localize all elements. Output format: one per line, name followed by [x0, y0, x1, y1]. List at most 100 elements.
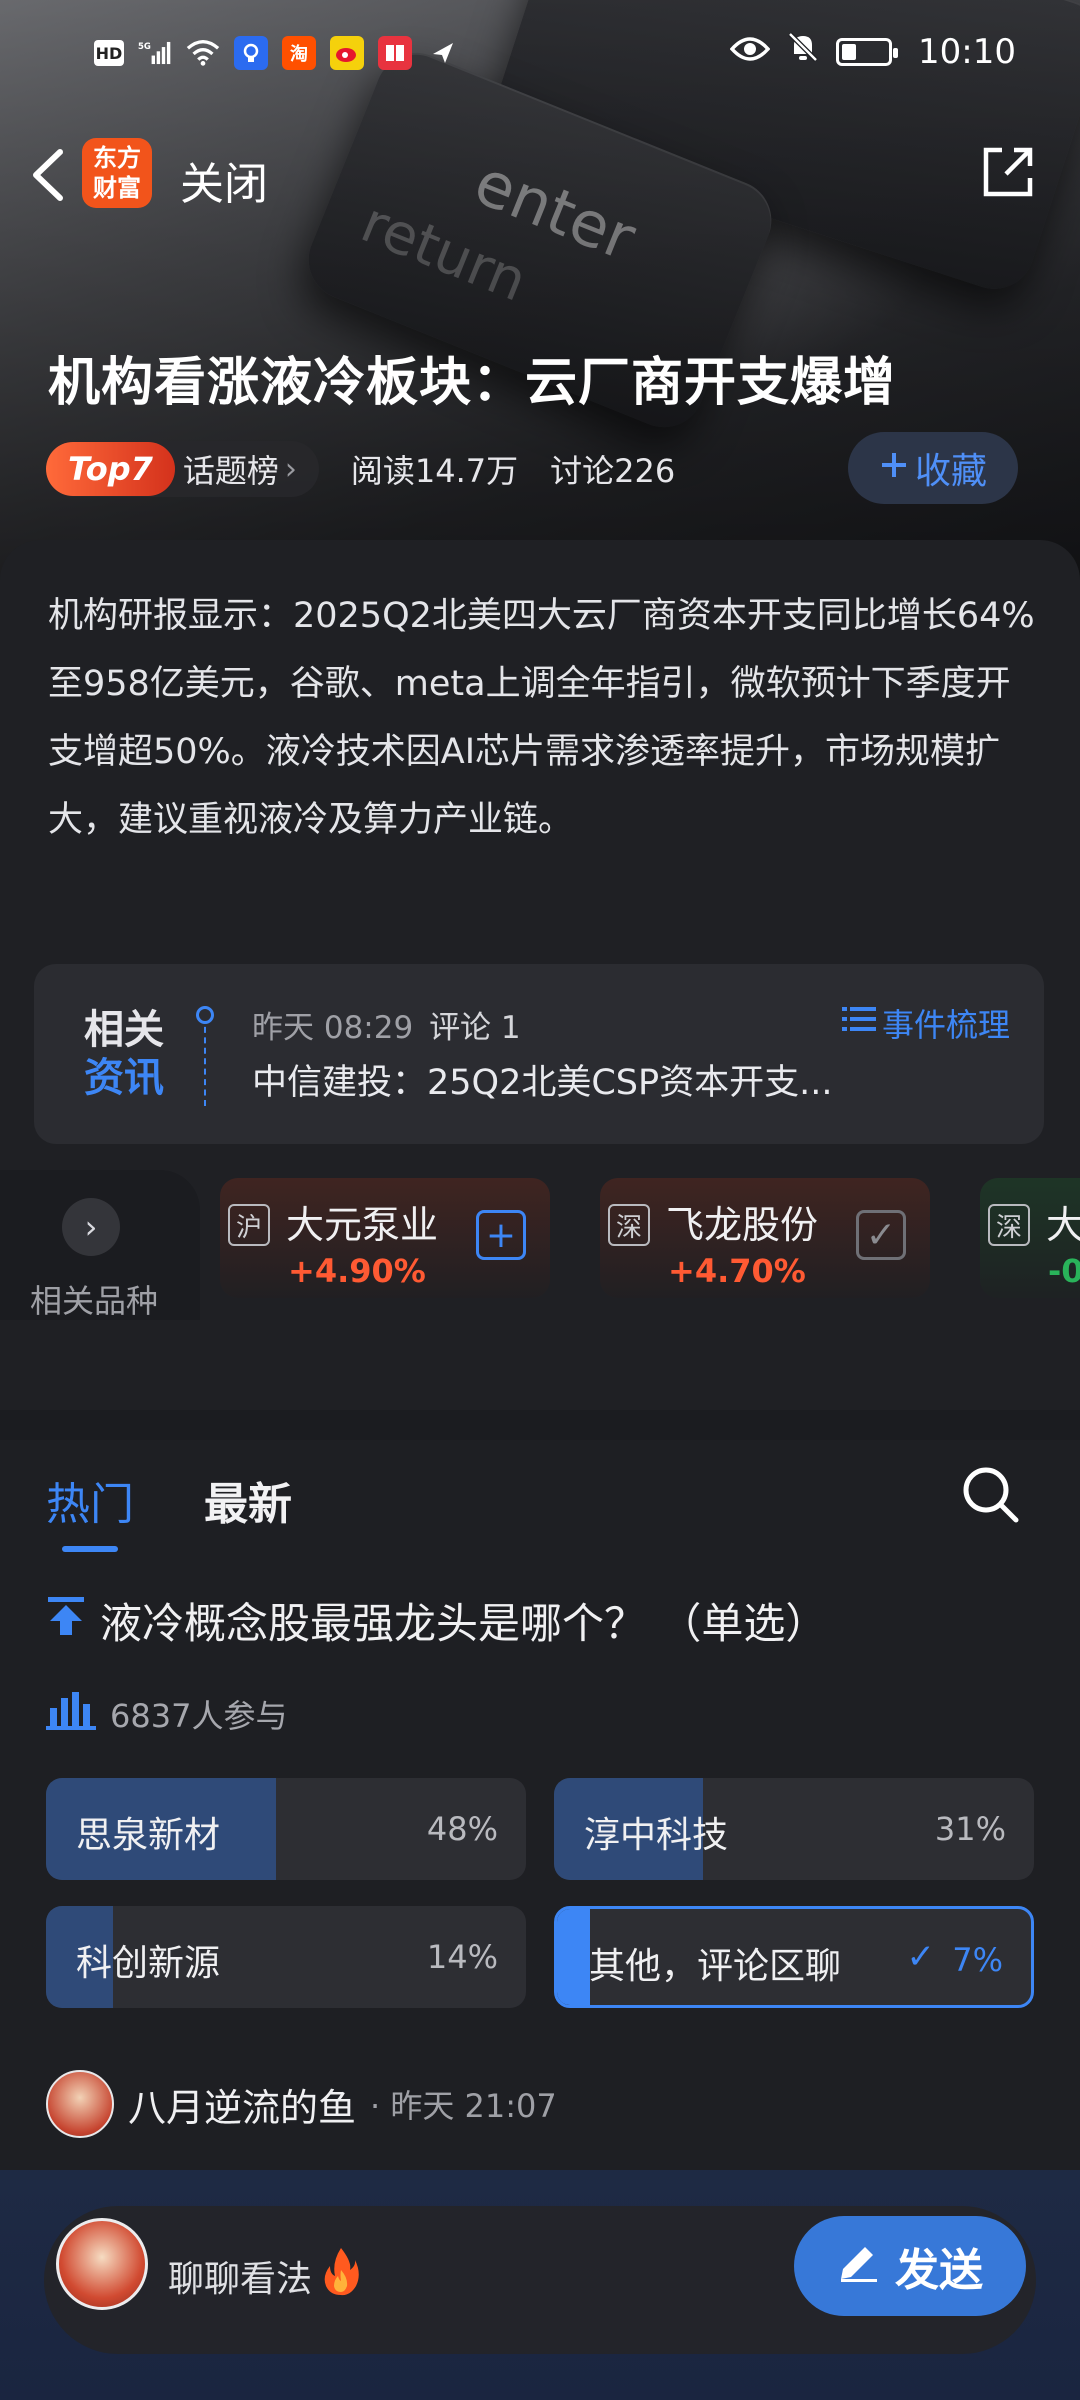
- topic-content: 机构研报显示：2025Q2北美四大云厂商资本开支同比增长64%至958亿美元，谷…: [0, 540, 1080, 1410]
- added-check-icon[interactable]: ✓: [856, 1210, 906, 1260]
- topic-meta-row: Top7 话题榜 › 阅读14.7万 讨论226: [46, 440, 675, 498]
- discussion-count: 讨论226: [550, 452, 676, 490]
- poll-option-fill: [557, 1909, 591, 2005]
- topic-summary: 机构研报显示：2025Q2北美四大云厂商资本开支同比增长64%至958亿美元，谷…: [48, 596, 1035, 840]
- fire-icon: [322, 2246, 360, 2306]
- battery-icon: [836, 37, 899, 66]
- discussion-tabs: 热门 最新: [46, 1468, 292, 1552]
- wifi-icon: [186, 36, 220, 70]
- send-button[interactable]: 发送: [794, 2216, 1026, 2316]
- exchange-badge: 沪: [228, 1204, 270, 1246]
- signal-5g-icon: 5G: [138, 36, 172, 70]
- stock-card-3[interactable]: 深 大 -0: [980, 1178, 1080, 1298]
- poll-option-label: 其他，评论区聊: [589, 1946, 842, 1987]
- comment-input-bar[interactable]: 聊聊看法 发送: [44, 2206, 1036, 2354]
- reader-icon: [378, 36, 412, 70]
- event-timeline-label: 事件梳理: [881, 1006, 1010, 1044]
- stock-change: +4.70%: [668, 1252, 806, 1290]
- news-meta: 昨天 08:29 评论 1: [252, 1002, 521, 1047]
- send-label: 发送: [895, 2245, 983, 2296]
- check-icon: ✓: [906, 1937, 936, 1977]
- related-news-card[interactable]: 相关 资讯 昨天 08:29 评论 1 中信建投：25Q2北美CSP资本开支..…: [34, 964, 1044, 1144]
- list-icon: [841, 1004, 876, 1042]
- logo-line-1: 东方: [93, 144, 141, 172]
- related-stocks-toggle[interactable]: › 相关品种: [0, 1170, 200, 1320]
- comment-placeholder: 聊聊看法: [168, 2259, 313, 2300]
- related-news-tag: 相关 资讯: [84, 1006, 176, 1102]
- add-watchlist-icon[interactable]: +: [476, 1210, 526, 1260]
- news-comment-count: 评论 1: [429, 1010, 521, 1046]
- news-headline[interactable]: 中信建投：25Q2北美CSP资本开支...: [252, 1054, 912, 1105]
- poll-option-percent: 31%: [934, 1810, 1006, 1848]
- avatar[interactable]: [46, 2070, 114, 2138]
- hd-icon: HD: [94, 40, 124, 66]
- svg-text:5G: 5G: [138, 42, 151, 52]
- poll-option-percent: 48%: [426, 1810, 498, 1848]
- send-icon: [426, 36, 460, 70]
- poll-option-percent: 14%: [426, 1938, 498, 1976]
- stock-change: +4.90%: [288, 1252, 426, 1290]
- mute-bell-icon: [786, 30, 820, 73]
- related-stocks-bar: 沪 大元泵业 +4.90% + 深 飞龙股份 +4.70% ✓ 深 大 -0 ›…: [0, 1170, 1080, 1320]
- stock-card-1[interactable]: 沪 大元泵业 +4.90% +: [220, 1178, 550, 1298]
- tab-hot[interactable]: 热门: [46, 1468, 134, 1552]
- poll-option[interactable]: 科创新源 14%: [46, 1906, 526, 2008]
- comment-time: · 昨天 21:07: [370, 2087, 557, 2125]
- chevron-right-icon: ›: [62, 1198, 120, 1256]
- poll-option-selected[interactable]: 其他，评论区聊 ✓ 7%: [554, 1906, 1034, 2008]
- taobao-icon: 淘: [282, 36, 316, 70]
- read-count: 阅读14.7万: [350, 452, 519, 490]
- poll-participants: 6837人参与: [46, 1690, 287, 1738]
- pin-top-icon: [46, 1595, 86, 1647]
- status-time: 10:10: [918, 31, 1016, 72]
- poll-option-percent: 7%: [952, 1941, 1003, 1979]
- top7-badge: Top7: [46, 442, 175, 496]
- stock-name: 大元泵业: [286, 1203, 439, 1247]
- timeline-dot: [196, 1006, 214, 1024]
- poll-question-text: 液冷概念股最强龙头是哪个？ （单选）: [100, 1599, 828, 1648]
- stock-name: 飞龙股份: [666, 1203, 819, 1247]
- poll-option[interactable]: 淳中科技 31%: [554, 1778, 1034, 1880]
- back-arrow-icon[interactable]: [22, 140, 82, 210]
- comment-header: 八月逆流的鱼 · 昨天 21:07: [46, 2070, 557, 2138]
- search-icon[interactable]: [960, 1464, 1020, 1524]
- logo-line-2: 财富: [93, 174, 141, 202]
- topic-rank-label: 话题榜: [182, 452, 279, 490]
- favorite-label: 收藏: [914, 451, 987, 492]
- commenter-name[interactable]: 八月逆流的鱼: [128, 2077, 356, 2132]
- nav-bar: 东方 财富 关闭: [0, 130, 1080, 220]
- bar-chart-icon: [46, 1690, 98, 1738]
- topic-rank-pill[interactable]: Top7 话题榜 ›: [46, 441, 319, 497]
- my-avatar: [56, 2218, 148, 2310]
- hero-banner: enter return HD 5G 淘: [0, 0, 1080, 580]
- event-timeline-link[interactable]: 事件梳理: [841, 1000, 1010, 1046]
- chevron-right-icon: ›: [284, 451, 297, 487]
- stock-change: -0: [1048, 1252, 1080, 1290]
- related-stocks-label: 相关品种: [30, 1282, 159, 1320]
- news-time: 昨天 08:29: [252, 1010, 414, 1046]
- plus-icon: [879, 448, 909, 489]
- browser-icon: [234, 36, 268, 70]
- share-icon[interactable]: [976, 140, 1040, 204]
- status-bar: HD 5G 淘 10:10: [0, 0, 1080, 110]
- related-news-tag-line1: 相关: [84, 1007, 164, 1053]
- eastmoney-logo: 东方 财富: [82, 138, 152, 208]
- weibo-icon: [330, 36, 364, 70]
- favorite-button[interactable]: 收藏: [848, 432, 1018, 504]
- poll-option-label: 淳中科技: [584, 1815, 729, 1856]
- poll-option[interactable]: 思泉新材 48%: [46, 1778, 526, 1880]
- tab-latest[interactable]: 最新: [204, 1468, 292, 1552]
- poll-option-label: 科创新源: [76, 1943, 221, 1984]
- stock-name: 大: [1046, 1203, 1080, 1247]
- related-news-tag-line2: 资讯: [84, 1055, 164, 1101]
- poll-option-label: 思泉新材: [76, 1815, 221, 1856]
- exchange-badge: 深: [608, 1204, 650, 1246]
- participant-count: 6837人参与: [110, 1697, 288, 1735]
- eye-icon: [729, 32, 771, 72]
- stock-card-2[interactable]: 深 飞龙股份 +4.70% ✓: [600, 1178, 930, 1298]
- poll-question: 液冷概念股最强龙头是哪个？ （单选）: [46, 1590, 827, 1651]
- comment-input[interactable]: 聊聊看法: [168, 2246, 360, 2306]
- close-button[interactable]: 关闭: [180, 148, 268, 212]
- pencil-icon: [837, 2239, 881, 2294]
- exchange-badge: 深: [988, 1204, 1030, 1246]
